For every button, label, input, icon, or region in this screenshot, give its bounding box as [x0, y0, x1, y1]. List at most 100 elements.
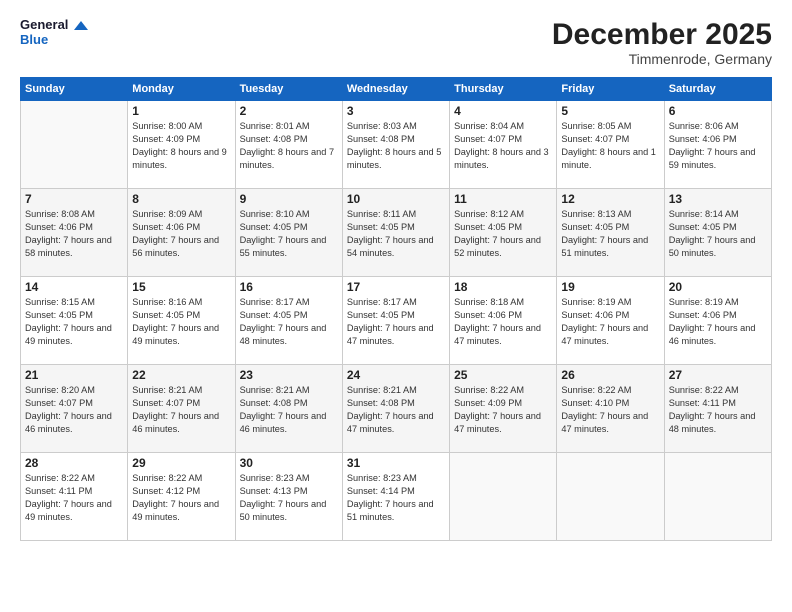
day-info: Sunrise: 8:12 AM Sunset: 4:05 PM Dayligh…: [454, 208, 552, 260]
daylight-text: Daylight: 8 hours and 3 minutes.: [454, 147, 549, 170]
day-info: Sunrise: 8:23 AM Sunset: 4:13 PM Dayligh…: [240, 472, 338, 524]
calendar-cell: 30 Sunrise: 8:23 AM Sunset: 4:13 PM Dayl…: [235, 453, 342, 541]
daylight-text: Daylight: 7 hours and 50 minutes.: [240, 499, 327, 522]
day-number: 1: [132, 104, 230, 118]
day-number: 15: [132, 280, 230, 294]
header: General Blue December 2025 Timmenrode, G…: [20, 18, 772, 67]
day-info: Sunrise: 8:22 AM Sunset: 4:12 PM Dayligh…: [132, 472, 230, 524]
calendar-week-row: 21 Sunrise: 8:20 AM Sunset: 4:07 PM Dayl…: [21, 365, 772, 453]
sunset-text: Sunset: 4:08 PM: [240, 134, 308, 144]
sunset-text: Sunset: 4:06 PM: [25, 222, 93, 232]
day-info: Sunrise: 8:09 AM Sunset: 4:06 PM Dayligh…: [132, 208, 230, 260]
daylight-text: Daylight: 7 hours and 51 minutes.: [347, 499, 434, 522]
sunrise-text: Sunrise: 8:14 AM: [669, 209, 739, 219]
sunset-text: Sunset: 4:12 PM: [132, 486, 200, 496]
header-friday: Friday: [557, 78, 664, 101]
daylight-text: Daylight: 7 hours and 49 minutes.: [132, 499, 219, 522]
sunset-text: Sunset: 4:05 PM: [240, 222, 308, 232]
daylight-text: Daylight: 7 hours and 47 minutes.: [347, 323, 434, 346]
daylight-text: Daylight: 7 hours and 47 minutes.: [347, 411, 434, 434]
sunrise-text: Sunrise: 8:20 AM: [25, 385, 95, 395]
calendar-cell: [21, 101, 128, 189]
day-number: 25: [454, 368, 552, 382]
daylight-text: Daylight: 7 hours and 59 minutes.: [669, 147, 756, 170]
day-info: Sunrise: 8:22 AM Sunset: 4:11 PM Dayligh…: [669, 384, 767, 436]
calendar-cell: 27 Sunrise: 8:22 AM Sunset: 4:11 PM Dayl…: [664, 365, 771, 453]
sunset-text: Sunset: 4:11 PM: [25, 486, 92, 496]
day-number: 26: [561, 368, 659, 382]
day-number: 2: [240, 104, 338, 118]
daylight-text: Daylight: 7 hours and 47 minutes.: [454, 411, 541, 434]
day-number: 12: [561, 192, 659, 206]
sunset-text: Sunset: 4:06 PM: [669, 310, 737, 320]
calendar-cell: 25 Sunrise: 8:22 AM Sunset: 4:09 PM Dayl…: [450, 365, 557, 453]
calendar-cell: 28 Sunrise: 8:22 AM Sunset: 4:11 PM Dayl…: [21, 453, 128, 541]
day-info: Sunrise: 8:19 AM Sunset: 4:06 PM Dayligh…: [669, 296, 767, 348]
day-info: Sunrise: 8:20 AM Sunset: 4:07 PM Dayligh…: [25, 384, 123, 436]
day-info: Sunrise: 8:21 AM Sunset: 4:07 PM Dayligh…: [132, 384, 230, 436]
day-info: Sunrise: 8:10 AM Sunset: 4:05 PM Dayligh…: [240, 208, 338, 260]
daylight-text: Daylight: 7 hours and 50 minutes.: [669, 235, 756, 258]
sunset-text: Sunset: 4:05 PM: [240, 310, 308, 320]
page: General Blue December 2025 Timmenrode, G…: [0, 0, 792, 612]
sunrise-text: Sunrise: 8:21 AM: [240, 385, 310, 395]
sunrise-text: Sunrise: 8:08 AM: [25, 209, 95, 219]
sunrise-text: Sunrise: 8:23 AM: [347, 473, 417, 483]
sunrise-text: Sunrise: 8:09 AM: [132, 209, 202, 219]
sunset-text: Sunset: 4:06 PM: [561, 310, 629, 320]
day-number: 6: [669, 104, 767, 118]
daylight-text: Daylight: 7 hours and 47 minutes.: [561, 411, 648, 434]
sunset-text: Sunset: 4:09 PM: [132, 134, 200, 144]
sunrise-text: Sunrise: 8:11 AM: [347, 209, 416, 219]
day-info: Sunrise: 8:08 AM Sunset: 4:06 PM Dayligh…: [25, 208, 123, 260]
sunrise-text: Sunrise: 8:22 AM: [25, 473, 95, 483]
sunrise-text: Sunrise: 8:21 AM: [132, 385, 202, 395]
daylight-text: Daylight: 7 hours and 54 minutes.: [347, 235, 434, 258]
day-info: Sunrise: 8:00 AM Sunset: 4:09 PM Dayligh…: [132, 120, 230, 172]
day-info: Sunrise: 8:05 AM Sunset: 4:07 PM Dayligh…: [561, 120, 659, 172]
sunset-text: Sunset: 4:11 PM: [669, 398, 736, 408]
calendar-cell: 9 Sunrise: 8:10 AM Sunset: 4:05 PM Dayli…: [235, 189, 342, 277]
sunset-text: Sunset: 4:05 PM: [454, 222, 522, 232]
sunrise-text: Sunrise: 8:18 AM: [454, 297, 524, 307]
calendar-cell: 3 Sunrise: 8:03 AM Sunset: 4:08 PM Dayli…: [342, 101, 449, 189]
day-number: 4: [454, 104, 552, 118]
sunrise-text: Sunrise: 8:23 AM: [240, 473, 310, 483]
sunrise-text: Sunrise: 8:13 AM: [561, 209, 631, 219]
daylight-text: Daylight: 7 hours and 58 minutes.: [25, 235, 112, 258]
day-info: Sunrise: 8:18 AM Sunset: 4:06 PM Dayligh…: [454, 296, 552, 348]
sunset-text: Sunset: 4:06 PM: [669, 134, 737, 144]
calendar-cell: 4 Sunrise: 8:04 AM Sunset: 4:07 PM Dayli…: [450, 101, 557, 189]
day-number: 3: [347, 104, 445, 118]
day-number: 16: [240, 280, 338, 294]
day-info: Sunrise: 8:22 AM Sunset: 4:11 PM Dayligh…: [25, 472, 123, 524]
day-info: Sunrise: 8:15 AM Sunset: 4:05 PM Dayligh…: [25, 296, 123, 348]
subtitle: Timmenrode, Germany: [552, 51, 772, 67]
calendar-week-row: 14 Sunrise: 8:15 AM Sunset: 4:05 PM Dayl…: [21, 277, 772, 365]
calendar-cell: 15 Sunrise: 8:16 AM Sunset: 4:05 PM Dayl…: [128, 277, 235, 365]
calendar-cell: 8 Sunrise: 8:09 AM Sunset: 4:06 PM Dayli…: [128, 189, 235, 277]
day-info: Sunrise: 8:06 AM Sunset: 4:06 PM Dayligh…: [669, 120, 767, 172]
day-info: Sunrise: 8:11 AM Sunset: 4:05 PM Dayligh…: [347, 208, 445, 260]
daylight-text: Daylight: 7 hours and 47 minutes.: [561, 323, 648, 346]
daylight-text: Daylight: 8 hours and 5 minutes.: [347, 147, 442, 170]
sunset-text: Sunset: 4:14 PM: [347, 486, 415, 496]
sunset-text: Sunset: 4:08 PM: [347, 398, 415, 408]
calendar-cell: [557, 453, 664, 541]
sunset-text: Sunset: 4:05 PM: [561, 222, 629, 232]
sunrise-text: Sunrise: 8:22 AM: [454, 385, 524, 395]
sunrise-text: Sunrise: 8:10 AM: [240, 209, 310, 219]
day-number: 31: [347, 456, 445, 470]
daylight-text: Daylight: 7 hours and 46 minutes.: [669, 323, 756, 346]
calendar-week-row: 28 Sunrise: 8:22 AM Sunset: 4:11 PM Dayl…: [21, 453, 772, 541]
calendar-cell: 22 Sunrise: 8:21 AM Sunset: 4:07 PM Dayl…: [128, 365, 235, 453]
sunset-text: Sunset: 4:05 PM: [347, 310, 415, 320]
day-number: 27: [669, 368, 767, 382]
day-info: Sunrise: 8:04 AM Sunset: 4:07 PM Dayligh…: [454, 120, 552, 172]
calendar-cell: 16 Sunrise: 8:17 AM Sunset: 4:05 PM Dayl…: [235, 277, 342, 365]
sunrise-text: Sunrise: 8:04 AM: [454, 121, 524, 131]
day-info: Sunrise: 8:14 AM Sunset: 4:05 PM Dayligh…: [669, 208, 767, 260]
daylight-text: Daylight: 7 hours and 46 minutes.: [132, 411, 219, 434]
day-info: Sunrise: 8:17 AM Sunset: 4:05 PM Dayligh…: [347, 296, 445, 348]
day-info: Sunrise: 8:22 AM Sunset: 4:09 PM Dayligh…: [454, 384, 552, 436]
